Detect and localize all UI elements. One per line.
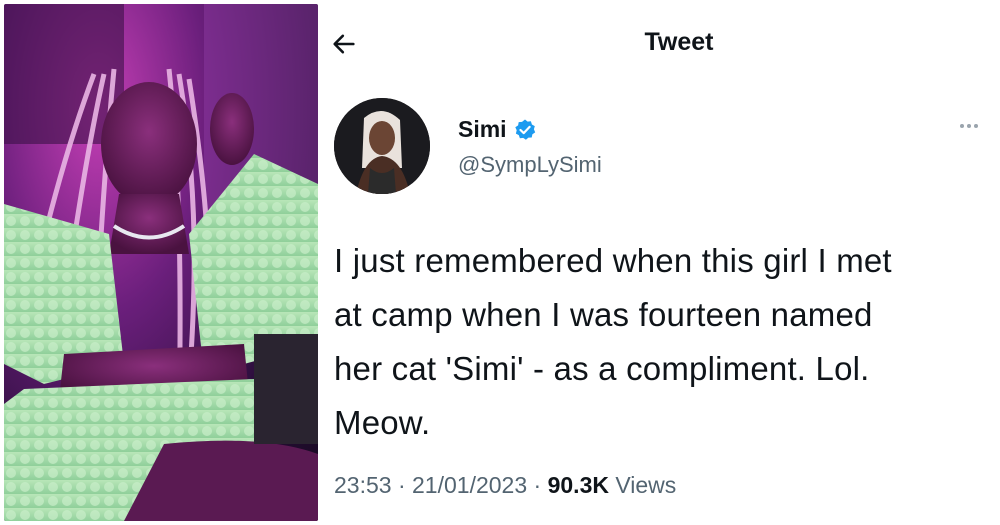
avatar[interactable] [334, 98, 430, 194]
name-row: Simi [458, 116, 537, 143]
views-label: Views [615, 472, 677, 498]
display-name[interactable]: Simi [458, 116, 507, 143]
tweet-text-line: at camp when I was fourteen named [334, 296, 873, 333]
views-count: 90.3K [547, 472, 609, 498]
more-button[interactable] [954, 116, 984, 136]
tweet-text-line: her cat 'Simi' - as a compliment. Lol. [334, 350, 870, 387]
profile-photo [4, 4, 318, 521]
verified-badge-icon [514, 119, 535, 140]
meta-separator: · [533, 472, 542, 498]
handle[interactable]: @SympLySimi [458, 152, 602, 178]
tweet-time[interactable]: 23:53 [334, 472, 392, 498]
tweet-meta: 23:53 · 21/01/2023 · 90.3K Views [334, 472, 676, 499]
tweet-text: I just remembered when this girl I met a… [334, 234, 984, 450]
tweet-author: Simi @SympLySimi [334, 98, 984, 198]
tweet-text-line: I just remembered when this girl I met [334, 242, 892, 279]
meta-separator: · [397, 472, 406, 498]
tweet-date[interactable]: 21/01/2023 [412, 472, 527, 498]
page-title: Tweet [644, 28, 714, 56]
more-horizontal-icon [974, 124, 978, 128]
tweet-panel: Tweet Simi @SympLySimi I just remembered… [318, 0, 1000, 525]
more-horizontal-icon [960, 124, 964, 128]
more-horizontal-icon [967, 124, 971, 128]
tweet-text-line: Meow. [334, 404, 431, 441]
tweet-header: Tweet [318, 0, 1000, 80]
